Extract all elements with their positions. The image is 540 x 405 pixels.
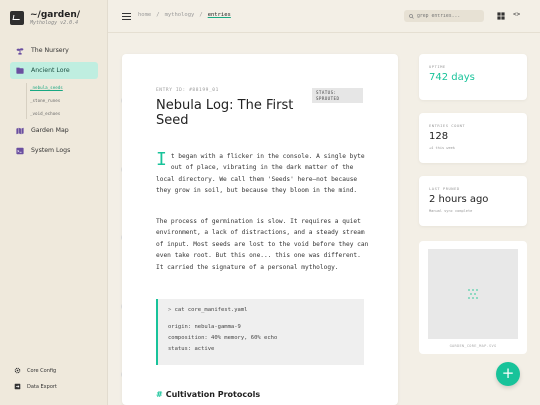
- code-line: status: active: [168, 346, 215, 352]
- terminal-logo-icon: [10, 11, 24, 25]
- code-view-icon[interactable]: <>: [513, 11, 520, 18]
- crumb-entries: entries: [207, 12, 231, 18]
- uptime-widget: UPTIME 742 days: [419, 54, 527, 100]
- topbar: home / mythology / entries <>: [108, 0, 540, 33]
- pattern-icon: [468, 289, 478, 299]
- crumb-home[interactable]: home: [138, 12, 151, 18]
- sprout-icon: [16, 47, 24, 55]
- entry-paragraph-1: It began with a flicker in the console. …: [156, 151, 370, 197]
- subnav-line: [26, 83, 27, 119]
- app-subtitle: Mythology v2.0.4: [30, 20, 79, 26]
- sidebar-item-system-logs[interactable]: System Logs: [10, 142, 98, 159]
- entries-count-label: ENTRIES COUNT: [429, 123, 466, 128]
- export-icon: [14, 383, 21, 390]
- entry-title: Nebula Log: The First Seed: [156, 98, 294, 128]
- add-entry-button[interactable]: +: [496, 362, 520, 386]
- entry-paragraph-2: The process of germination is slow. It r…: [156, 218, 369, 271]
- data-export-button[interactable]: Data Export: [14, 383, 57, 390]
- thumbnail-caption: GARDEN_CORE_MAP.SVG: [449, 344, 497, 348]
- code-line: composition: 40% memory, 60% echo: [168, 335, 278, 341]
- last-pruned-label: LAST PRUNED: [429, 186, 460, 191]
- entries-count-sub: +4 this week: [429, 146, 455, 150]
- drop-cap: I: [156, 149, 167, 170]
- sidebar-item-garden-map[interactable]: Garden Map: [10, 122, 98, 139]
- code-command: > cat core_manifest.yaml: [168, 307, 248, 313]
- core-config-label: Core Config: [27, 367, 57, 374]
- subnav-item-nebula-seeds[interactable]: _nebula_seeds: [30, 85, 63, 90]
- map-thumbnail-card[interactable]: GARDEN_CORE_MAP.SVG: [419, 241, 527, 354]
- sidebar-item-label: Ancient Lore: [31, 67, 70, 74]
- sidebar-item-nursery[interactable]: The Nursery: [10, 42, 98, 59]
- code-line: origin: nebula-gamma-9: [168, 324, 241, 330]
- search-input[interactable]: [417, 13, 477, 19]
- sidebar-item-label: Garden Map: [31, 127, 69, 134]
- terminal-icon: [16, 147, 24, 154]
- code-block: > cat core_manifest.yaml origin: nebula-…: [156, 299, 364, 365]
- crumb-separator: /: [199, 12, 203, 18]
- sidebar: ~/garden/ Mythology v2.0.4 The Nursery A…: [0, 0, 108, 405]
- core-config-button[interactable]: Core Config: [14, 367, 56, 374]
- last-pruned-widget: LAST PRUNED 2 hours ago Manual sync comp…: [419, 176, 527, 226]
- brand[interactable]: ~/garden/ Mythology v2.0.4: [10, 10, 80, 27]
- map-icon: [16, 127, 24, 134]
- entries-count-value: 128: [429, 131, 449, 142]
- uptime-label: UPTIME: [429, 64, 446, 69]
- crumb-mythology[interactable]: mythology: [165, 12, 195, 18]
- sidebar-item-label: System Logs: [31, 147, 71, 154]
- breadcrumb: home / mythology / entries: [138, 12, 231, 18]
- map-thumbnail[interactable]: [428, 249, 518, 339]
- menu-icon[interactable]: [122, 13, 131, 20]
- folder-icon: [16, 67, 24, 74]
- uptime-value: 742 days: [429, 72, 475, 83]
- gear-icon: [14, 367, 21, 374]
- section-heading: # Cultivation Protocols: [156, 390, 261, 399]
- app-title: ~/garden/: [30, 10, 81, 20]
- crumb-separator: /: [156, 12, 160, 18]
- sidebar-item-ancient-lore[interactable]: Ancient Lore: [10, 62, 98, 79]
- entry-id: ENTRY ID: #88199_01: [156, 88, 219, 93]
- search-icon: [409, 13, 414, 19]
- grid-view-icon[interactable]: [497, 12, 505, 20]
- last-pruned-sub: Manual sync complete: [429, 209, 473, 213]
- subnav-item-void-echoes[interactable]: _void_echoes: [30, 111, 60, 116]
- status-badge: STATUS: SPROUTED: [312, 88, 363, 103]
- last-pruned-value: 2 hours ago: [429, 194, 489, 205]
- search-box[interactable]: [404, 10, 484, 22]
- subnav-item-stone-runes[interactable]: _stone_runes: [30, 98, 60, 103]
- entry-card: ENTRY ID: #88199_01 STATUS: SPROUTED Neb…: [122, 54, 398, 405]
- sidebar-item-label: The Nursery: [31, 47, 69, 54]
- paragraph-text: t began with a flicker in the console. A…: [156, 153, 365, 195]
- data-export-label: Data Export: [27, 383, 57, 390]
- entries-count-widget: ENTRIES COUNT 128 +4 this week: [419, 113, 527, 163]
